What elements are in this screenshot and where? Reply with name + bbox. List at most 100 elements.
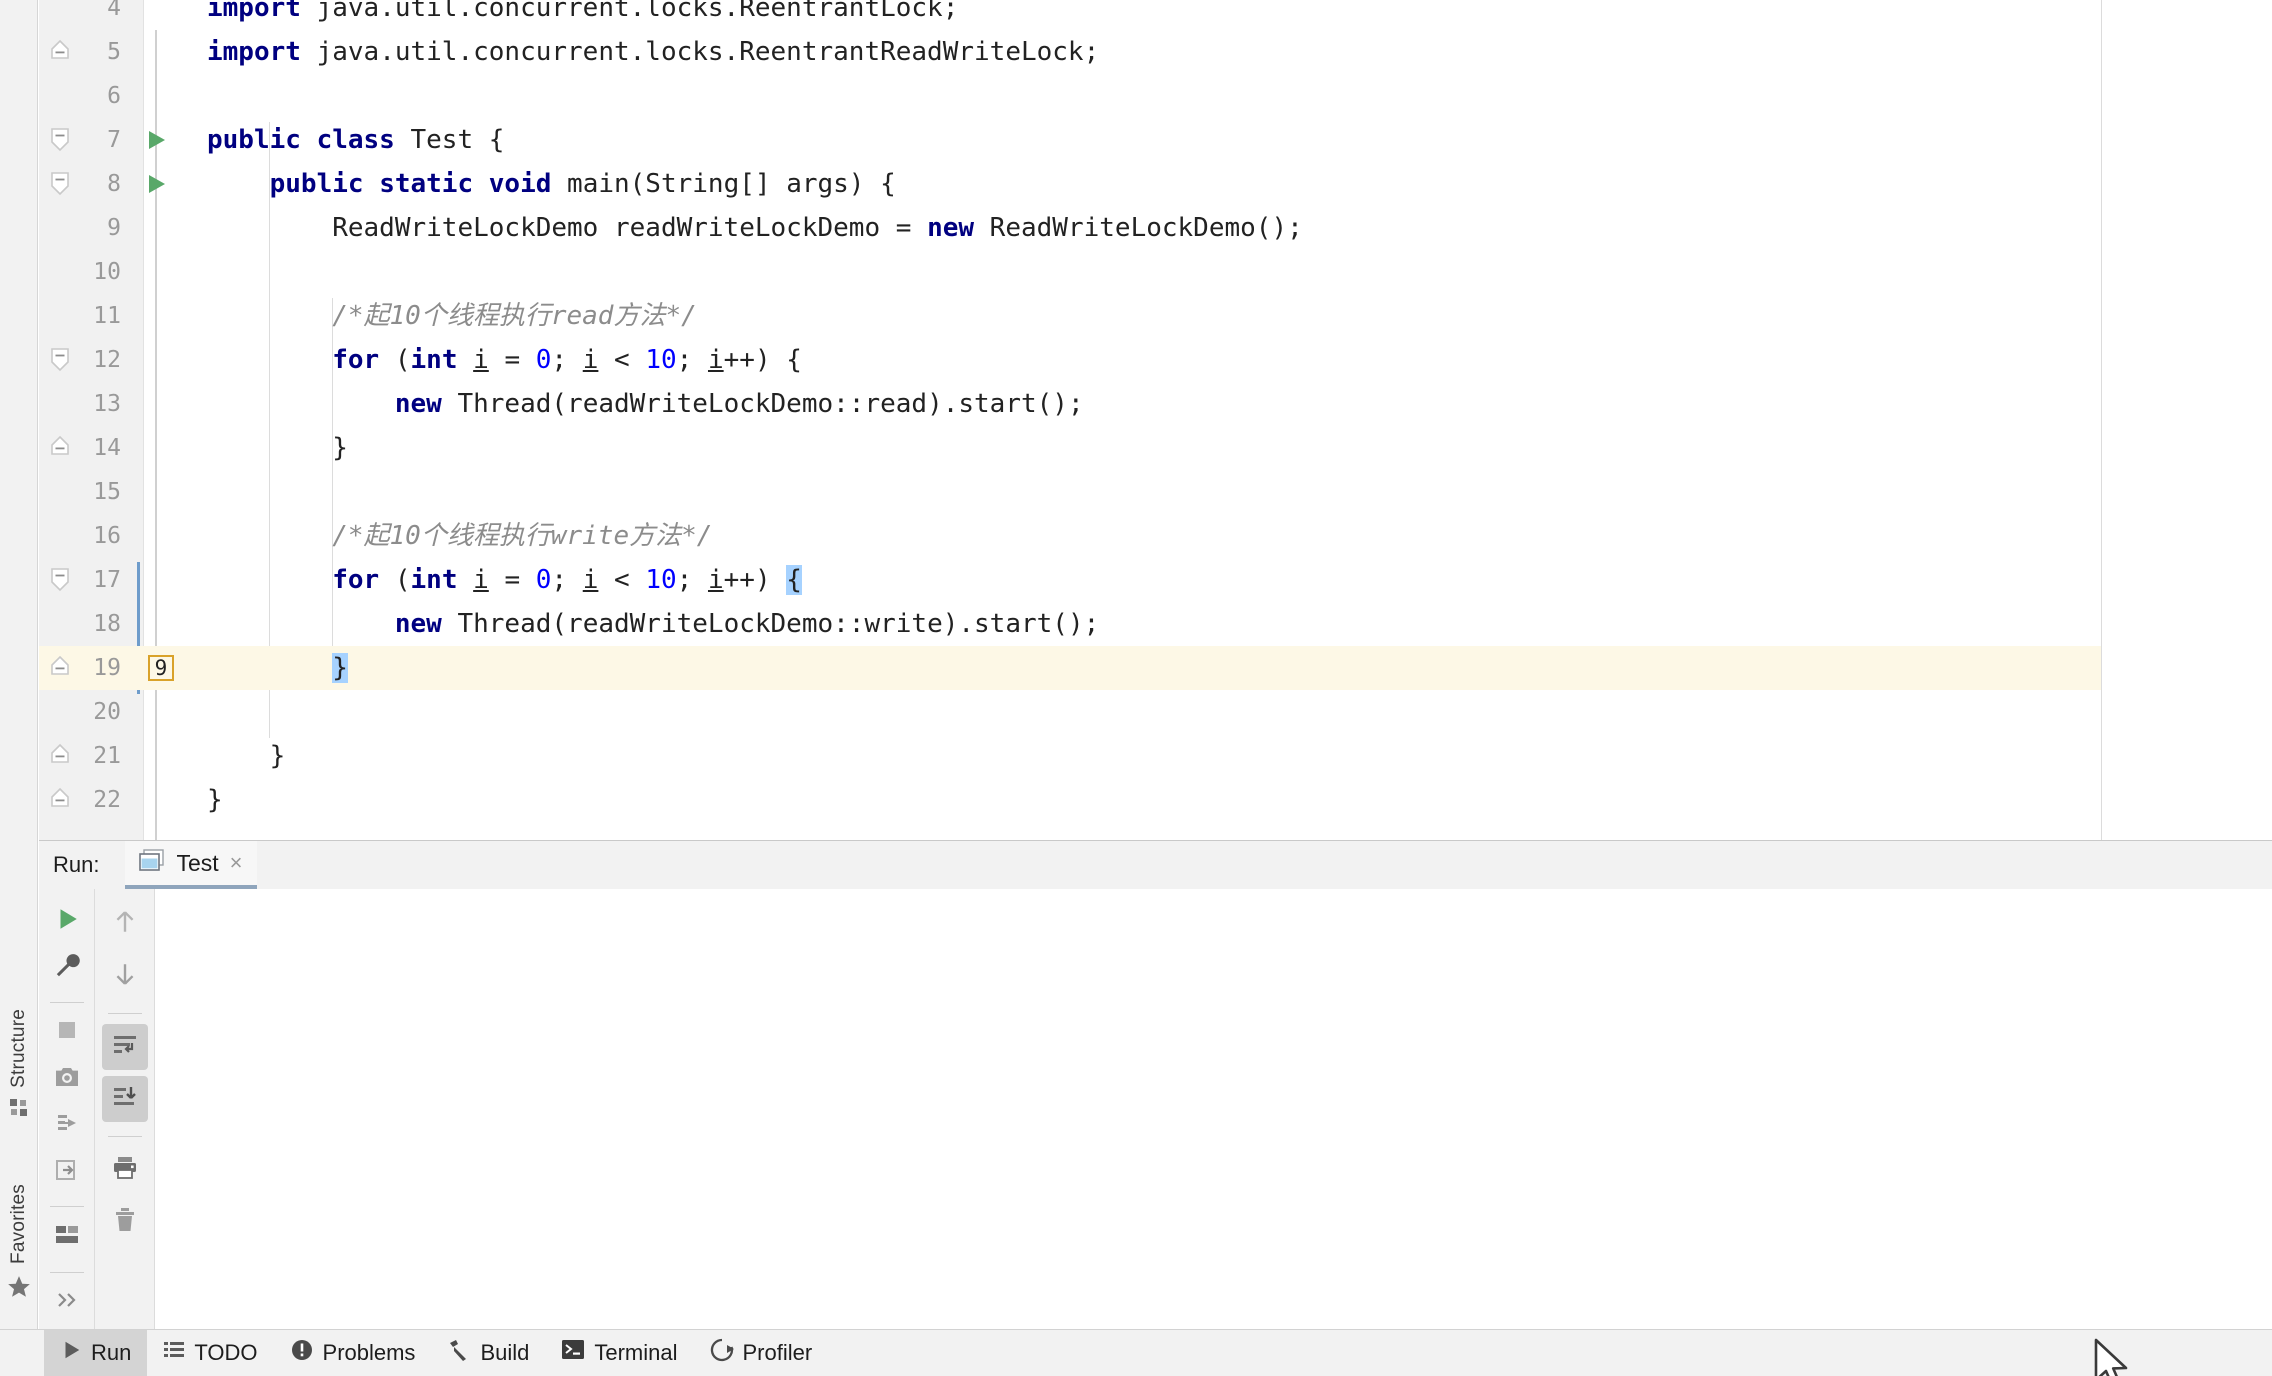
bottom-status-bar: Run TODO Problems Build Terminal Profiler xyxy=(0,1329,2272,1376)
line-number: 11 xyxy=(93,303,121,329)
run-tab-test[interactable]: Test × xyxy=(125,841,257,889)
star-icon xyxy=(6,1274,32,1305)
structure-icon xyxy=(9,1098,29,1123)
code-line-text: for (int i = 0; i < 10; i++) { xyxy=(332,565,802,595)
run-toolbar-secondary xyxy=(95,889,155,1329)
status-bar-item-profiler[interactable]: Profiler xyxy=(694,1330,829,1376)
code-line[interactable]: 5 import java.util.concurrent.locks.Reent… xyxy=(39,30,2272,74)
fold-collapse-icon[interactable] xyxy=(49,347,71,373)
capture-memory-snapshot-button[interactable] xyxy=(44,1059,90,1099)
status-bar-item-problems[interactable]: Problems xyxy=(274,1330,432,1376)
code-line-text: ReadWriteLockDemo readWriteLockDemo = ne… xyxy=(207,213,1303,243)
run-tool-window-header: Run: Test × xyxy=(39,841,2272,889)
status-bar-item-label: Terminal xyxy=(594,1340,678,1365)
code-line[interactable]: 17 for (int i = 0; i < 10; i++) { xyxy=(39,558,2272,602)
sidebar-item-favorites[interactable]: Favorites xyxy=(0,1180,38,1311)
toolbar-separator xyxy=(49,1271,84,1273)
soft-wrap-button[interactable] xyxy=(101,1024,148,1070)
code-line[interactable]: 19 9 } xyxy=(39,646,2272,690)
line-number: 4 xyxy=(107,0,121,21)
status-bar-item-run[interactable]: Run xyxy=(44,1329,148,1376)
run-tool-window: Run: Test × xyxy=(39,840,2272,1329)
gutter-line-badge[interactable]: 9 xyxy=(148,655,174,681)
code-line[interactable]: 20 xyxy=(39,690,2272,734)
sidebar-item-structure-label: Structure xyxy=(8,1009,29,1088)
play-icon xyxy=(60,1339,82,1367)
code-line[interactable]: 14 } xyxy=(39,426,2272,470)
sidebar-item-favorites-label: Favorites xyxy=(8,1184,29,1264)
code-line[interactable]: 13 new Thread(readWriteLockDemo::read).s… xyxy=(39,382,2272,426)
hammer-icon xyxy=(447,1338,471,1368)
code-editor[interactable]: 4 import java.util.concurrent.locks.Reent… xyxy=(39,0,2272,840)
scroll-to-end-icon xyxy=(112,1085,138,1114)
code-line[interactable]: 8 public static void main(String[] args)… xyxy=(39,162,2272,206)
fold-collapse-icon[interactable] xyxy=(49,127,71,153)
attach-debugger-button[interactable] xyxy=(44,1152,90,1192)
code-line[interactable]: 7 public class Test { xyxy=(39,118,2272,162)
clear-all-button[interactable] xyxy=(102,1199,148,1245)
toolbar-separator xyxy=(107,1013,142,1014)
line-number: 9 xyxy=(107,215,121,241)
line-number: 16 xyxy=(93,523,121,549)
fold-collapse-icon[interactable] xyxy=(49,567,71,593)
code-surface[interactable]: 4 import java.util.concurrent.locks.Reent… xyxy=(39,0,2272,840)
code-line[interactable]: 9 ReadWriteLockDemo readWriteLockDemo = … xyxy=(39,206,2272,250)
wrench-icon xyxy=(54,952,80,983)
line-number: 13 xyxy=(93,391,121,417)
fold-end-icon[interactable] xyxy=(49,743,71,769)
code-line[interactable]: 22} xyxy=(39,778,2272,822)
status-bar-item-label: Problems xyxy=(322,1340,416,1365)
layout-settings-button[interactable] xyxy=(44,1217,90,1257)
code-line[interactable]: 11 /*起10个线程执行read方法*/ xyxy=(39,294,2272,338)
run-tool-window-body xyxy=(39,889,2272,1329)
arrow-up-icon xyxy=(112,909,138,940)
profiler-icon xyxy=(710,1338,734,1368)
run-gutter-icon[interactable] xyxy=(149,175,165,193)
rerun-button[interactable] xyxy=(44,901,90,941)
code-line[interactable]: 21 } xyxy=(39,734,2272,778)
code-line[interactable]: 4 import java.util.concurrent.locks.Reent… xyxy=(39,0,2272,30)
thread-dump-icon xyxy=(54,1110,80,1141)
toolbar-separator xyxy=(49,1206,84,1208)
prev-occurrence-button[interactable] xyxy=(102,901,148,947)
sidebar-item-structure[interactable]: Structure xyxy=(0,1005,38,1129)
code-line-text: } xyxy=(332,653,348,683)
code-line[interactable]: 16 /*起10个线程执行write方法*/ xyxy=(39,514,2272,558)
code-line-text: /*起10个线程执行write方法*/ xyxy=(207,521,713,551)
code-line-text: } xyxy=(207,741,286,771)
editor-scrollbar[interactable] xyxy=(2102,0,2272,840)
fold-end-icon[interactable] xyxy=(49,787,71,813)
status-bar-item-build[interactable]: Build xyxy=(431,1330,545,1376)
camera-icon xyxy=(54,1065,80,1094)
scroll-to-end-button[interactable] xyxy=(101,1076,148,1122)
line-number: 6 xyxy=(107,83,121,109)
status-bar-item-terminal[interactable]: Terminal xyxy=(545,1330,693,1376)
next-occurrence-button[interactable] xyxy=(102,953,148,999)
more-options-button[interactable] xyxy=(44,1283,90,1323)
code-line[interactable]: 15 xyxy=(39,470,2272,514)
status-bar-item-label: Build xyxy=(480,1340,530,1365)
code-line-text: public static void main(String[] args) { xyxy=(269,169,896,199)
line-number: 10 xyxy=(93,259,121,285)
print-button[interactable] xyxy=(102,1147,148,1193)
edit-configurations-button[interactable] xyxy=(44,947,90,987)
run-gutter-icon[interactable] xyxy=(149,131,165,149)
console-output[interactable] xyxy=(156,889,2272,1329)
code-line[interactable]: 12 for (int i = 0; i < 10; i++) { xyxy=(39,338,2272,382)
code-line[interactable]: 6 xyxy=(39,74,2272,118)
fold-end-icon[interactable] xyxy=(49,655,71,681)
console-icon xyxy=(139,848,165,878)
fold-end-icon[interactable] xyxy=(49,39,71,65)
code-line[interactable]: 10 xyxy=(39,250,2272,294)
code-line-text: /*起10个线程执行read方法*/ xyxy=(207,301,697,331)
code-line[interactable]: 18 new Thread(readWriteLockDemo::write).… xyxy=(39,602,2272,646)
code-line-text: new Thread(readWriteLockDemo::read).star… xyxy=(394,389,1084,419)
fold-collapse-icon[interactable] xyxy=(49,171,71,197)
status-bar-item-todo[interactable]: TODO xyxy=(147,1330,273,1376)
status-bar-item-label: Profiler xyxy=(742,1340,813,1365)
thread-dump-button[interactable] xyxy=(44,1106,90,1146)
stop-button[interactable] xyxy=(44,1013,90,1053)
code-line-text: for (int i = 0; i < 10; i++) { xyxy=(332,345,802,375)
close-icon[interactable]: × xyxy=(230,850,243,876)
fold-end-icon[interactable] xyxy=(49,435,71,461)
